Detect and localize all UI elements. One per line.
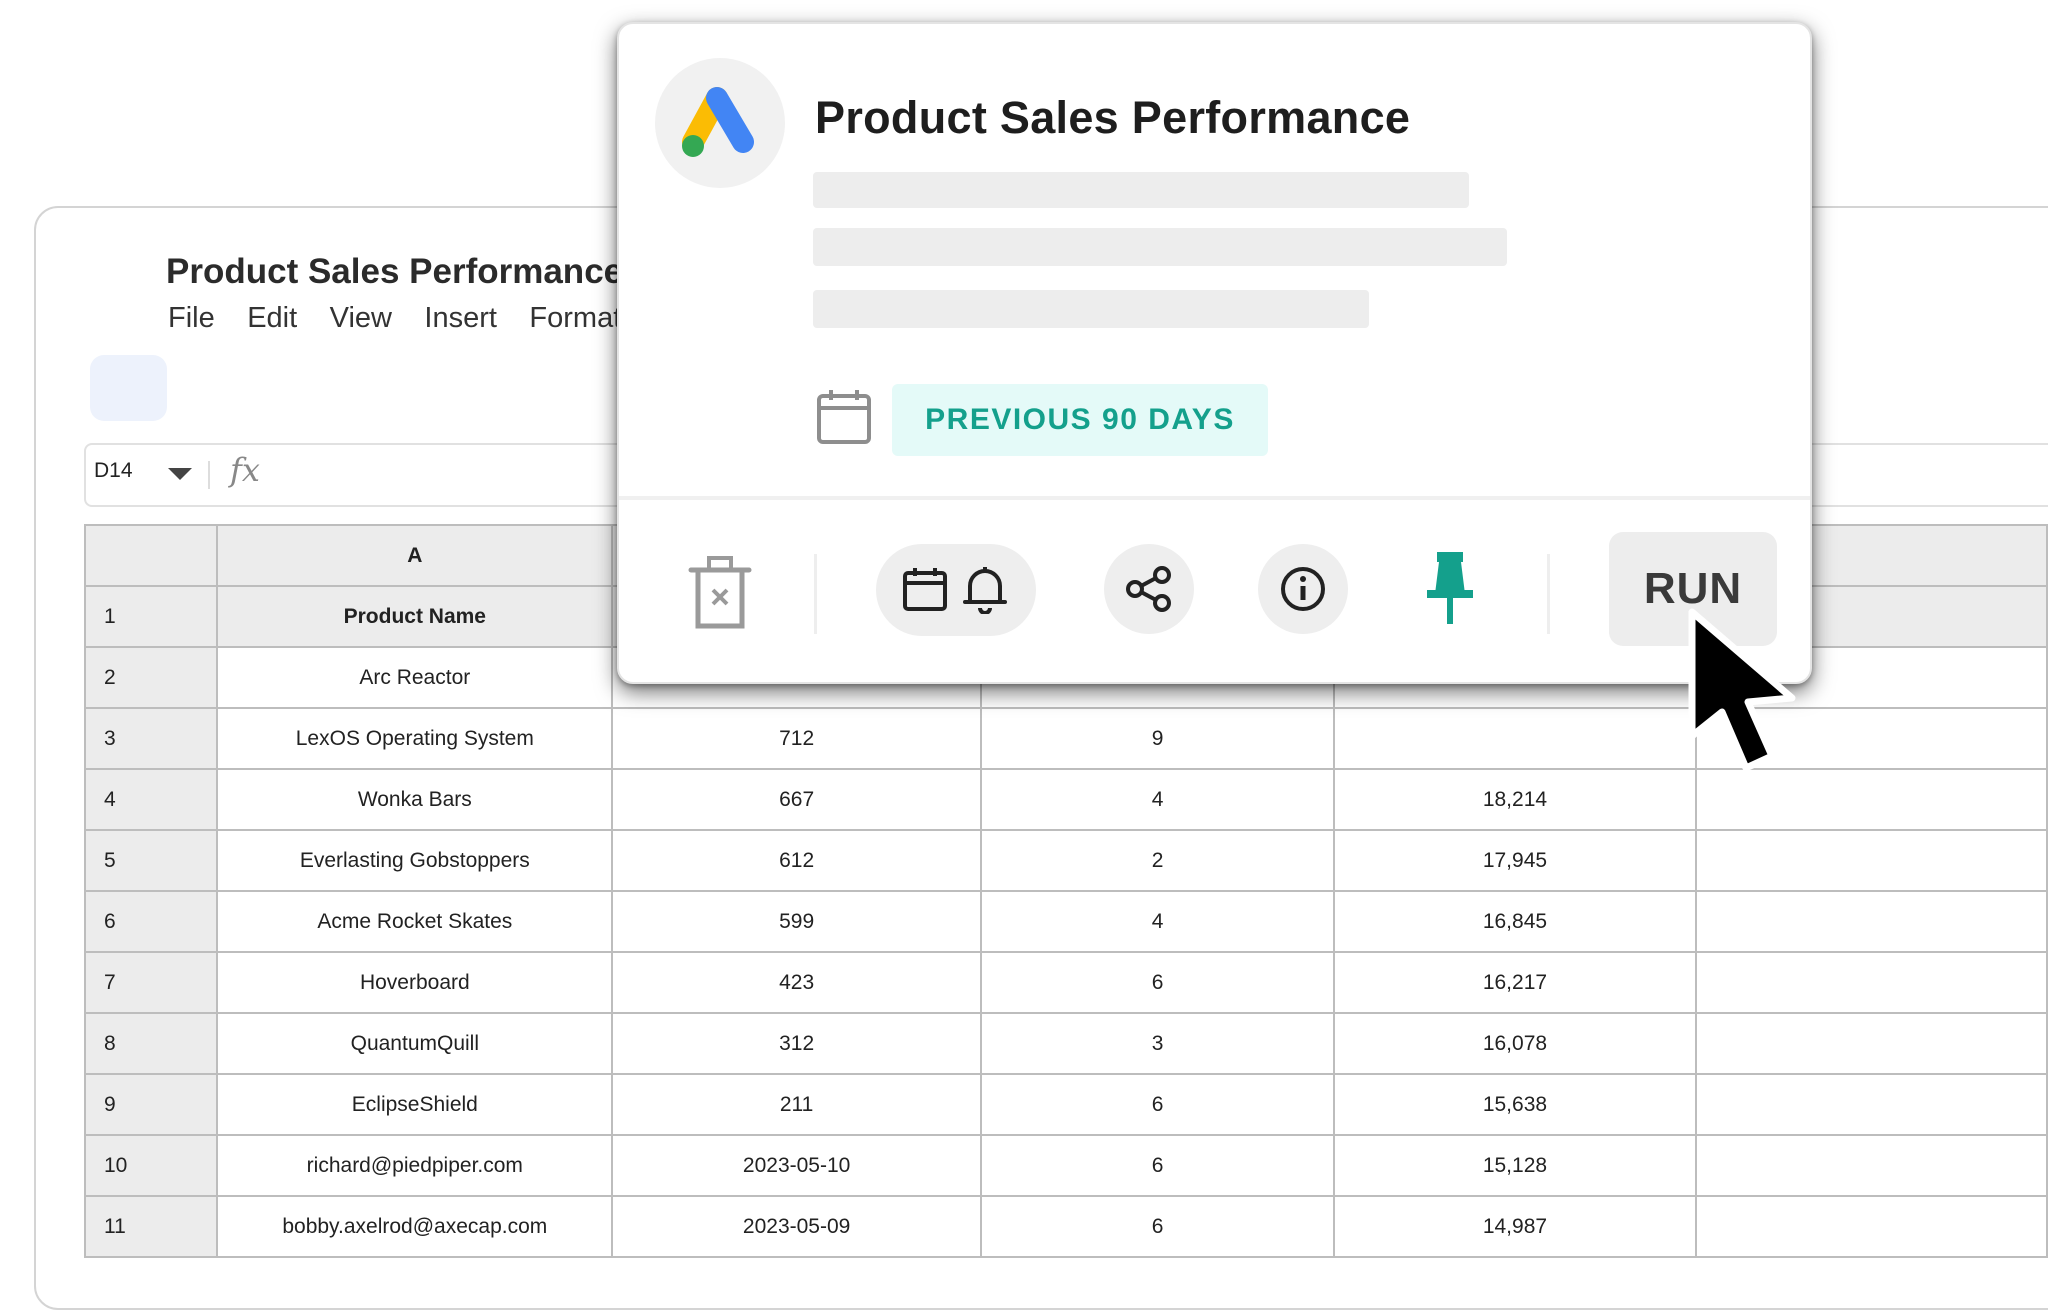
table-cell[interactable]: 6 xyxy=(980,1134,1336,1197)
table-cell[interactable]: richard@piedpiper.com xyxy=(216,1134,614,1197)
row-number[interactable]: 1 xyxy=(83,585,219,648)
toolbar-button[interactable] xyxy=(90,355,167,421)
formula-divider xyxy=(208,461,210,489)
description-placeholder-line-2 xyxy=(813,228,1507,266)
table-row: 5 Everlasting Gobstoppers 612 2 17,945 xyxy=(83,829,2048,892)
cell-name-box[interactable]: D14 xyxy=(94,459,133,483)
row-number[interactable]: 5 xyxy=(83,829,219,892)
row-number[interactable]: 2 xyxy=(83,646,219,709)
row-number[interactable]: 10 xyxy=(83,1134,219,1197)
row-number[interactable]: 9 xyxy=(83,1073,219,1136)
table-row: 6 Acme Rocket Skates 599 4 16,845 xyxy=(83,890,2048,953)
table-cell[interactable] xyxy=(1694,1012,2048,1075)
table-cell[interactable]: QuantumQuill xyxy=(216,1012,614,1075)
table-row: 11 bobby.axelrod@axecap.com 2023-05-09 6 14,… xyxy=(83,1195,2048,1258)
table-cell[interactable]: 2023-05-09 xyxy=(611,1195,983,1258)
table-cell[interactable]: 6 xyxy=(980,1195,1336,1258)
table-row: 10 richard@piedpiper.com 2023-05-10 6 15,128 xyxy=(83,1134,2048,1197)
table-cell[interactable]: 6 xyxy=(980,951,1336,1014)
popup-divider xyxy=(619,496,1810,500)
footer-separator xyxy=(1547,554,1550,634)
table-cell[interactable]: Acme Rocket Skates xyxy=(216,890,614,953)
info-button[interactable] xyxy=(1258,544,1348,634)
corner-cell[interactable] xyxy=(83,524,219,587)
table-row: 7 Hoverboard 423 6 16,217 xyxy=(83,951,2048,1014)
info-icon xyxy=(1281,567,1325,611)
table-cell[interactable]: LexOS Operating System xyxy=(216,707,614,770)
menu-bar: File Edit View Insert Format xyxy=(168,302,649,342)
fx-icon: fx xyxy=(230,451,260,489)
menu-format[interactable]: Format xyxy=(529,302,621,335)
menu-view[interactable]: View xyxy=(330,302,392,335)
table-cell[interactable]: Everlasting Gobstoppers xyxy=(216,829,614,892)
table-cell[interactable]: 17,945 xyxy=(1333,829,1697,892)
row-number[interactable]: 11 xyxy=(83,1195,219,1258)
bell-icon xyxy=(963,567,1007,614)
table-cell[interactable]: 2023-05-10 xyxy=(611,1134,983,1197)
description-placeholder-line-3 xyxy=(813,290,1369,328)
table-cell[interactable] xyxy=(1694,1195,2048,1258)
table-cell[interactable]: 4 xyxy=(980,768,1336,831)
description-placeholder-line-1 xyxy=(813,172,1469,208)
table-cell[interactable]: bobby.axelrod@axecap.com xyxy=(216,1195,614,1258)
table-cell[interactable]: Wonka Bars xyxy=(216,768,614,831)
table-cell[interactable]: 9 xyxy=(980,707,1336,770)
menu-file[interactable]: File xyxy=(168,302,215,335)
table-cell[interactable]: 15,638 xyxy=(1333,1073,1697,1136)
report-popup-card: Product Sales Performance PREVIOUS 90 DA… xyxy=(617,22,1812,684)
table-cell[interactable]: 612 xyxy=(611,829,983,892)
schedule-button[interactable] xyxy=(876,544,1036,636)
table-cell[interactable] xyxy=(1694,829,2048,892)
table-cell[interactable]: 599 xyxy=(611,890,983,953)
table-cell[interactable] xyxy=(1333,707,1697,770)
row-number[interactable]: 3 xyxy=(83,707,219,770)
table-cell[interactable] xyxy=(1694,890,2048,953)
table-cell[interactable]: 16,217 xyxy=(1333,951,1697,1014)
date-range-badge[interactable]: PREVIOUS 90 DAYS xyxy=(892,384,1268,456)
row-number[interactable]: 7 xyxy=(83,951,219,1014)
table-row: 9 EclipseShield 211 6 15,638 xyxy=(83,1073,2048,1136)
table-cell[interactable]: 667 xyxy=(611,768,983,831)
share-icon xyxy=(1126,566,1171,612)
table-cell[interactable]: 14,987 xyxy=(1333,1195,1697,1258)
calendar-icon xyxy=(903,568,947,611)
table-cell[interactable]: 15,128 xyxy=(1333,1134,1697,1197)
column-header-a[interactable]: A xyxy=(216,524,614,587)
table-cell[interactable]: 16,845 xyxy=(1333,890,1697,953)
table-row: 8 QuantumQuill 312 3 16,078 xyxy=(83,1012,2048,1075)
table-cell[interactable]: 16,078 xyxy=(1333,1012,1697,1075)
table-cell[interactable]: Arc Reactor xyxy=(216,646,614,709)
table-cell[interactable]: 423 xyxy=(611,951,983,1014)
table-cell[interactable]: 2 xyxy=(980,829,1336,892)
row-number[interactable]: 4 xyxy=(83,768,219,831)
google-ads-logo-icon xyxy=(655,58,785,188)
table-cell[interactable]: 3 xyxy=(980,1012,1336,1075)
row-number[interactable]: 8 xyxy=(83,1012,219,1075)
table-cell[interactable]: EclipseShield xyxy=(216,1073,614,1136)
table-cell[interactable] xyxy=(1694,1134,2048,1197)
table-cell[interactable]: 312 xyxy=(611,1012,983,1075)
popup-title: Product Sales Performance xyxy=(815,92,1411,143)
mouse-cursor-icon xyxy=(1688,608,1818,783)
table-cell[interactable] xyxy=(1694,1073,2048,1136)
table-cell[interactable]: 211 xyxy=(611,1073,983,1136)
chevron-down-icon[interactable] xyxy=(168,468,192,480)
table-cell[interactable]: 18,214 xyxy=(1333,768,1697,831)
table-cell[interactable]: Hoverboard xyxy=(216,951,614,1014)
table-cell[interactable]: Product Name xyxy=(216,585,614,648)
pin-icon[interactable] xyxy=(1425,550,1475,626)
menu-edit[interactable]: Edit xyxy=(247,302,297,335)
menu-insert[interactable]: Insert xyxy=(424,302,497,335)
document-title[interactable]: Product Sales Performance xyxy=(166,252,623,292)
table-cell[interactable] xyxy=(1694,951,2048,1014)
calendar-icon xyxy=(815,386,873,451)
table-cell[interactable]: 6 xyxy=(980,1073,1336,1136)
share-button[interactable] xyxy=(1104,544,1194,634)
trash-icon[interactable] xyxy=(685,554,755,630)
table-cell[interactable]: 712 xyxy=(611,707,983,770)
table-cell[interactable]: 4 xyxy=(980,890,1336,953)
row-number[interactable]: 6 xyxy=(83,890,219,953)
footer-separator xyxy=(814,554,817,634)
